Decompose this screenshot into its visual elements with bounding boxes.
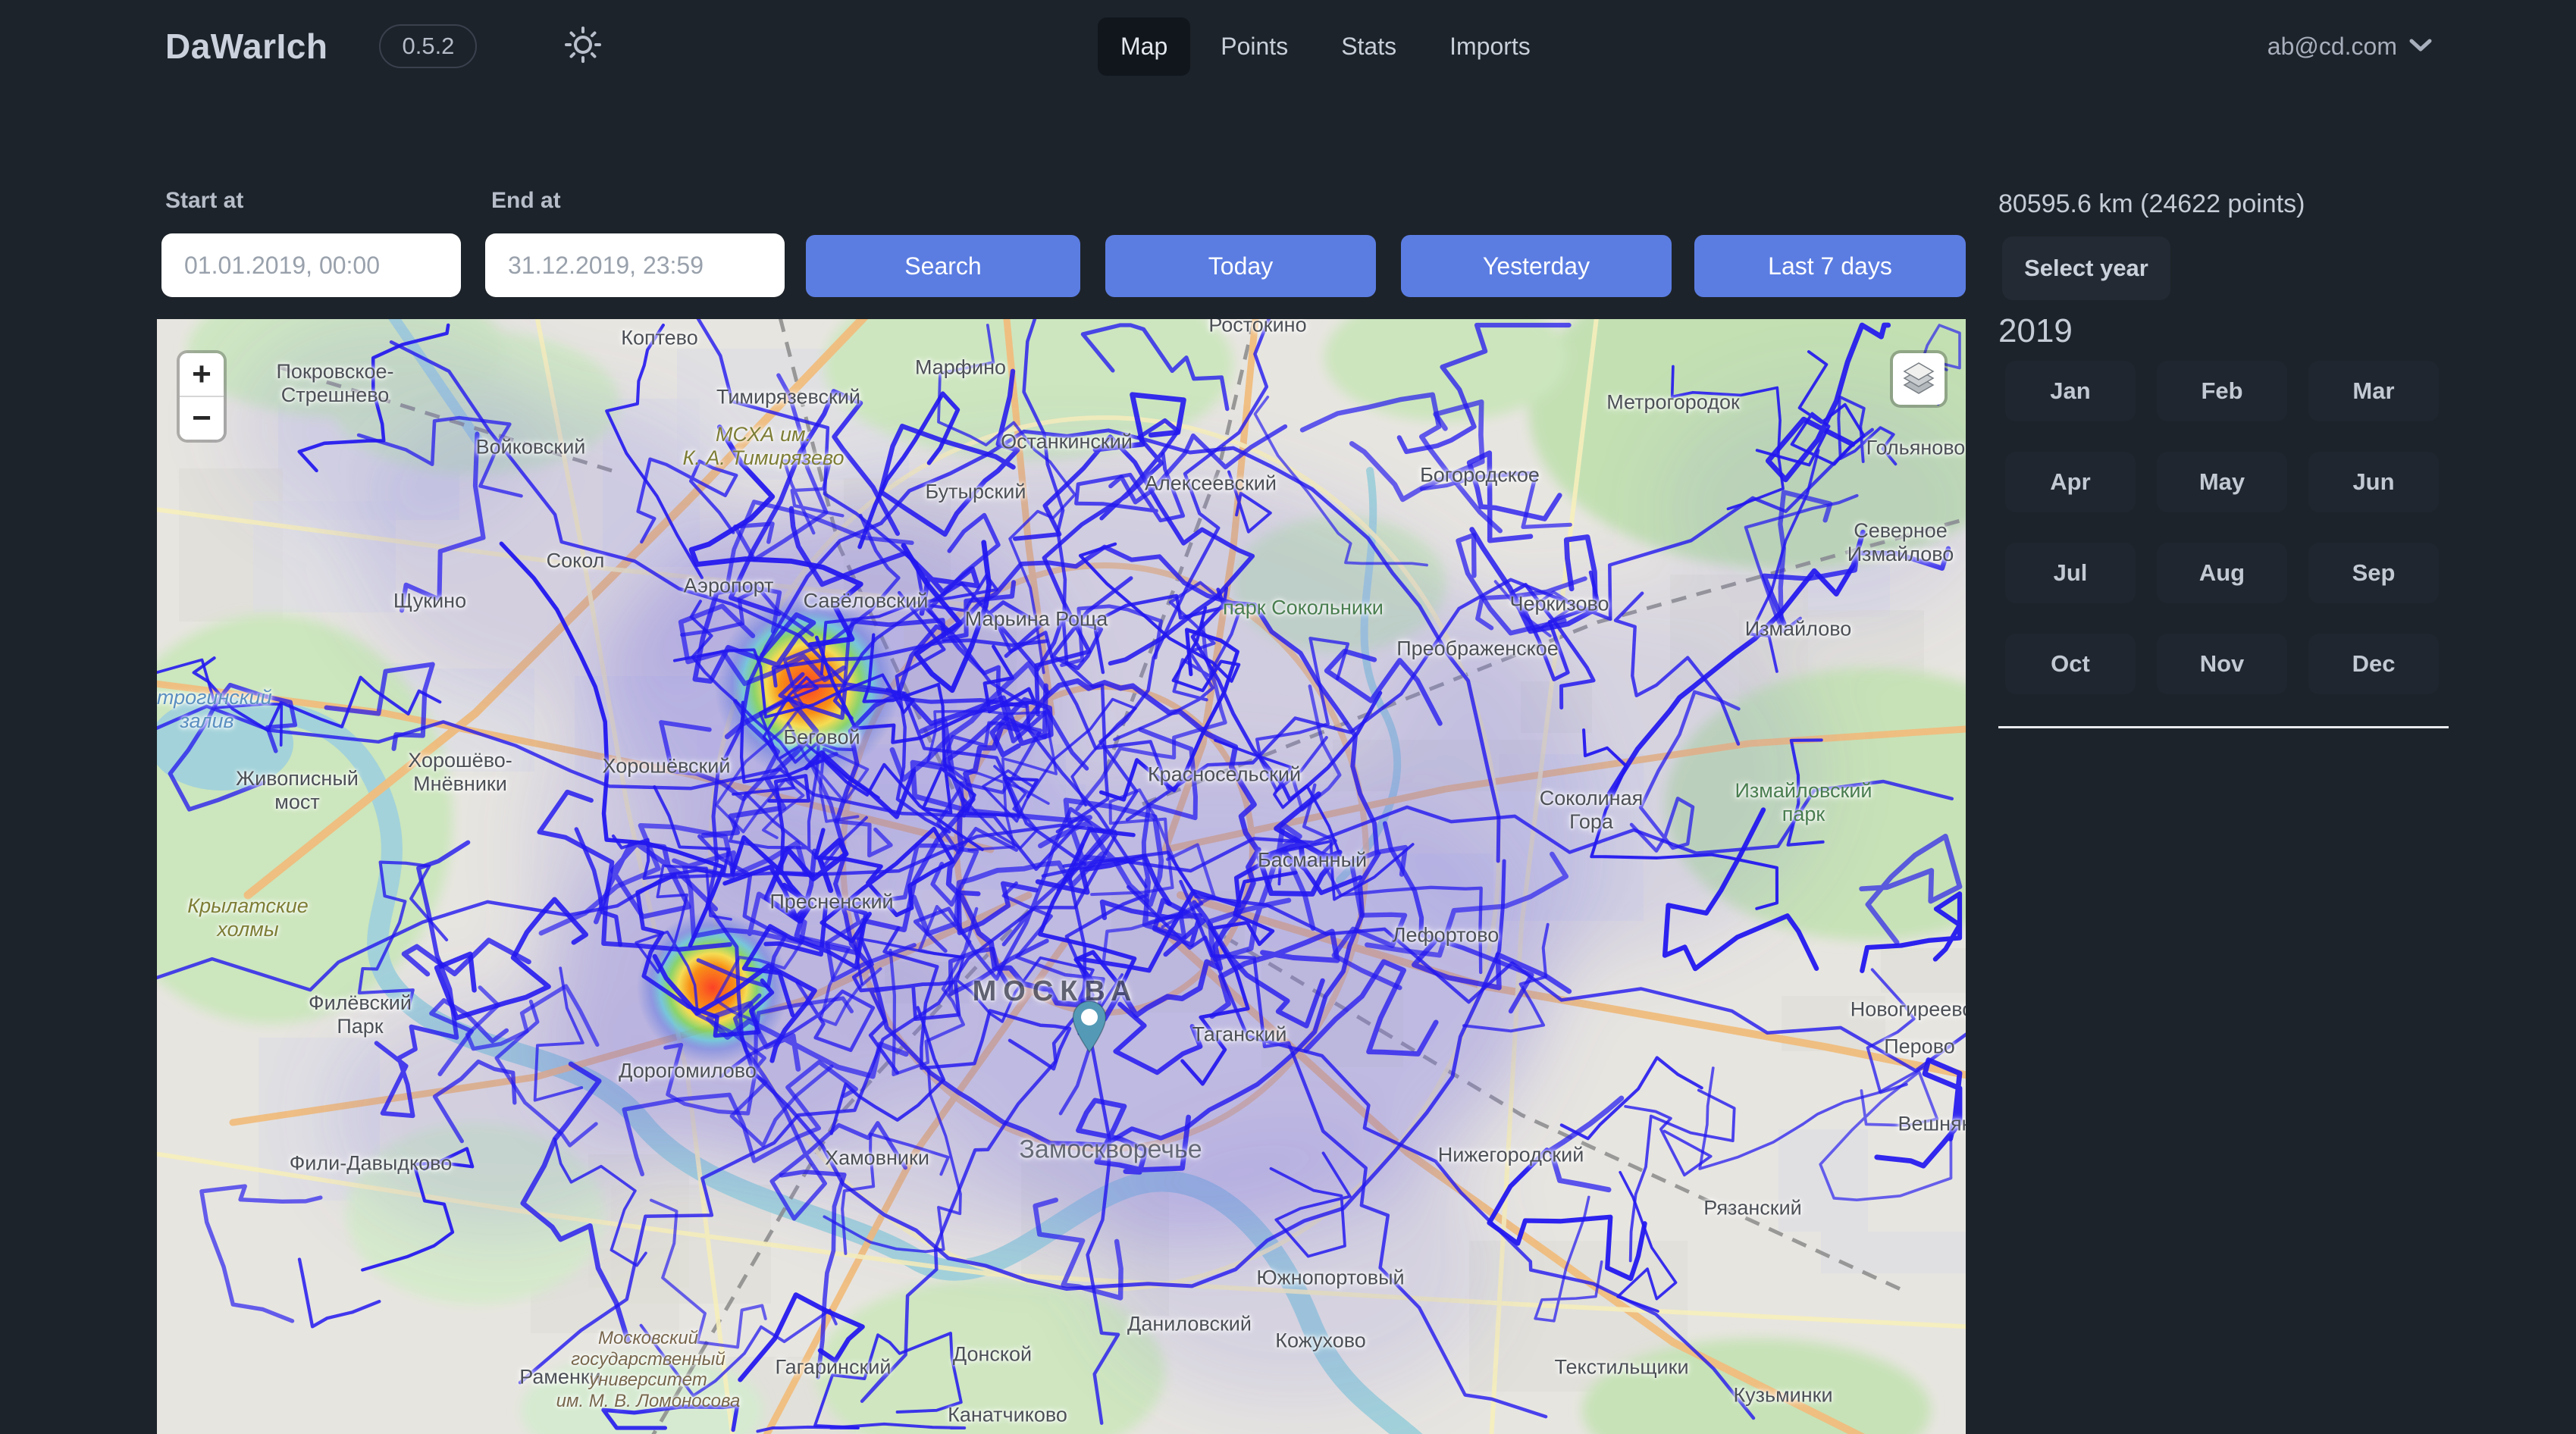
version-badge: 0.5.2 bbox=[379, 24, 477, 68]
month-button-oct[interactable]: Oct bbox=[2005, 634, 2136, 694]
month-button-jul[interactable]: Jul bbox=[2005, 543, 2136, 603]
today-button[interactable]: Today bbox=[1105, 235, 1376, 297]
month-button-mar[interactable]: Mar bbox=[2308, 361, 2439, 421]
months-grid: Jan Feb Mar Apr May Jun Jul Aug Sep Oct … bbox=[2005, 361, 2439, 694]
year-heading: 2019 bbox=[1998, 312, 2073, 350]
select-year-button[interactable]: Select year bbox=[2002, 236, 2170, 300]
map-marker-pin[interactable] bbox=[1072, 1000, 1107, 1054]
month-button-jan[interactable]: Jan bbox=[2005, 361, 2136, 421]
tab-imports[interactable]: Imports bbox=[1427, 17, 1553, 76]
distance-points-stats: 80595.6 km (24622 points) bbox=[1998, 189, 2305, 219]
main-nav: Map Points Stats Imports bbox=[1098, 0, 1553, 92]
start-at-label: Start at bbox=[165, 188, 243, 214]
month-button-dec[interactable]: Dec bbox=[2308, 634, 2439, 694]
last-7-days-button[interactable]: Last 7 days bbox=[1694, 235, 1966, 297]
map-canvas[interactable]: Покровское- СтрешневоКоптевоВойковскийТи… bbox=[157, 319, 1966, 1434]
search-button[interactable]: Search bbox=[806, 235, 1080, 297]
month-button-may[interactable]: May bbox=[2157, 452, 2287, 512]
month-button-nov[interactable]: Nov bbox=[2157, 634, 2287, 694]
account-email: ab@cd.com bbox=[2267, 33, 2397, 61]
map-layers-button[interactable] bbox=[1893, 353, 1945, 405]
map-zoom-control: + − bbox=[180, 353, 224, 440]
sidebar-divider bbox=[1998, 726, 2449, 728]
end-at-label: End at bbox=[491, 188, 561, 214]
yesterday-button[interactable]: Yesterday bbox=[1401, 235, 1672, 297]
start-at-input[interactable] bbox=[161, 233, 461, 297]
month-button-sep[interactable]: Sep bbox=[2308, 543, 2439, 603]
theme-toggle-button[interactable] bbox=[559, 22, 607, 70]
month-button-apr[interactable]: Apr bbox=[2005, 452, 2136, 512]
tab-points[interactable]: Points bbox=[1198, 17, 1311, 76]
account-menu[interactable]: ab@cd.com bbox=[2267, 33, 2432, 61]
layers-icon bbox=[1901, 360, 1936, 399]
end-at-input[interactable] bbox=[485, 233, 785, 297]
zoom-out-button[interactable]: − bbox=[180, 397, 224, 440]
month-button-feb[interactable]: Feb bbox=[2157, 361, 2287, 421]
chevron-down-icon bbox=[2409, 38, 2432, 55]
zoom-in-button[interactable]: + bbox=[180, 353, 224, 396]
app-header: DaWarIch 0.5.2 Map Points Stats Imports … bbox=[0, 0, 2576, 92]
month-button-aug[interactable]: Aug bbox=[2157, 543, 2287, 603]
app-logo[interactable]: DaWarIch bbox=[165, 26, 327, 67]
map-tiles-layer bbox=[157, 319, 1966, 1434]
tab-stats[interactable]: Stats bbox=[1318, 17, 1419, 76]
sun-icon bbox=[561, 23, 605, 70]
month-button-jun[interactable]: Jun bbox=[2308, 452, 2439, 512]
tab-map[interactable]: Map bbox=[1098, 17, 1190, 76]
